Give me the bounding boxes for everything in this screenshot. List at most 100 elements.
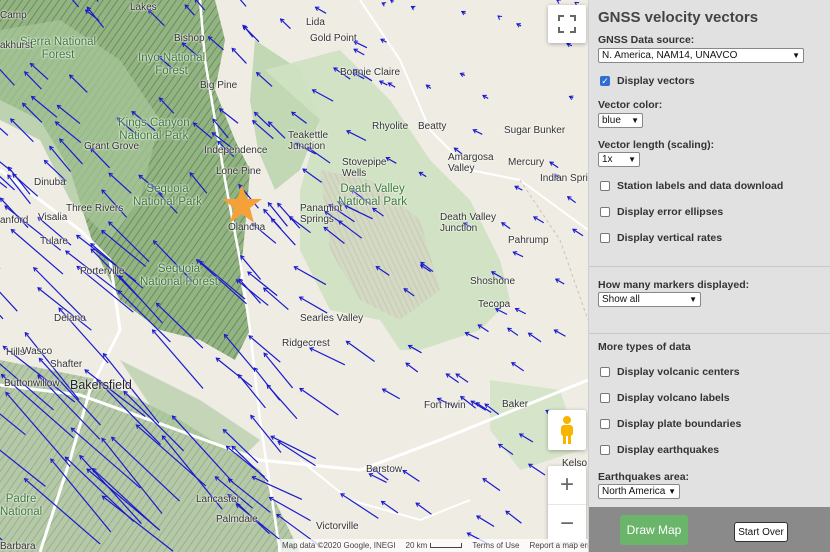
vector-color-select[interactable]: blue ▼ (598, 113, 643, 128)
vector-length-label: Vector length (scaling): (598, 139, 715, 151)
map-label: Wasco (22, 346, 53, 357)
velocity-vector (96, 0, 99, 3)
start-over-button[interactable]: Start Over (734, 522, 788, 542)
earthquakes-area-select[interactable]: North America ▼ (598, 484, 680, 499)
chevron-down-icon: ▼ (628, 155, 636, 164)
velocity-vector (528, 332, 542, 343)
map-label: Amargosa Valley (448, 152, 494, 174)
terms-of-use-link[interactable]: Terms of Use (472, 541, 519, 550)
velocity-vector (291, 111, 307, 124)
velocity-vector (159, 97, 175, 114)
map-label: Lancaster (196, 494, 240, 505)
velocity-vector (340, 493, 379, 519)
vector-length-select[interactable]: 1x ▼ (598, 152, 640, 167)
velocity-vector (215, 357, 253, 388)
velocity-vector (86, 468, 161, 531)
vertical-rates-checkbox[interactable]: Display vertical rates (600, 232, 722, 244)
map-label: Porterville (80, 266, 125, 277)
display-vectors-checkbox[interactable]: ✓ Display vectors (600, 75, 695, 87)
velocity-vector (498, 443, 514, 456)
vector-color-label: Vector color: (598, 99, 663, 111)
velocity-vector (156, 302, 204, 349)
volcano-labels-checkbox[interactable]: Display volcano labels (600, 392, 730, 404)
earthquakes-checkbox[interactable]: Display earthquakes (600, 444, 719, 456)
map-label: Barbara (0, 541, 36, 552)
velocity-vector (299, 387, 339, 416)
velocity-vector (10, 118, 34, 143)
velocity-vector (31, 95, 58, 118)
velocity-vector (309, 347, 346, 366)
station-labels-checkbox[interactable]: Station labels and data download (600, 180, 783, 192)
velocity-vector (108, 172, 132, 194)
map-label: Stovepipe Wells (342, 157, 387, 179)
map-label: Teakettle Junction (288, 130, 329, 152)
map-label: Victorville (316, 521, 359, 532)
divider (589, 266, 830, 267)
location-star-marker[interactable] (220, 183, 264, 227)
fullscreen-button[interactable] (548, 5, 586, 43)
velocity-vector (346, 340, 375, 362)
map-label: Camp (0, 10, 27, 21)
velocity-vector (208, 36, 224, 51)
more-types-heading: More types of data (598, 341, 691, 353)
markers-count-select[interactable]: Show all ▼ (598, 292, 701, 307)
velocity-vector (55, 121, 82, 144)
velocity-vector (239, 0, 247, 7)
street-view-pegman-button[interactable] (548, 410, 586, 450)
velocity-vector (455, 373, 469, 383)
velocity-vector (280, 18, 291, 30)
velocity-vector (0, 181, 8, 189)
map-label: Baker (502, 399, 529, 410)
velocity-vector (519, 433, 534, 443)
velocity-vector (476, 515, 495, 528)
velocity-vector (270, 435, 317, 460)
chevron-down-icon: ▼ (668, 487, 676, 496)
map-label: Grant Grove (84, 141, 140, 152)
map-label: Tulare (40, 236, 68, 247)
map-label: Gold Point (310, 33, 357, 44)
velocity-vector (0, 449, 46, 487)
velocity-vector (402, 469, 420, 482)
velocity-vector (243, 25, 254, 38)
volcanic-centers-checkbox[interactable]: Display volcanic centers (600, 366, 740, 378)
map-label: Barstow (366, 464, 403, 475)
velocity-vector (381, 500, 399, 514)
draw-map-button[interactable]: Draw Map (620, 515, 688, 545)
velocity-vector (56, 104, 81, 125)
velocity-vector (0, 291, 18, 312)
zoom-in-button[interactable]: + (548, 466, 586, 504)
map-label: Panamint Springs (300, 203, 343, 225)
divider (589, 333, 830, 334)
earthquakes-area-label: Earthquakes area: (598, 471, 690, 483)
velocity-vector (302, 168, 323, 183)
velocity-vector (152, 329, 204, 389)
map-label: Inyo National Forest (138, 52, 206, 77)
velocity-vector (30, 62, 49, 80)
map-view[interactable]: Camp Lakes Lida Sierra National Forest Bishop… (0, 0, 588, 552)
error-ellipses-checkbox[interactable]: Display error ellipses (600, 206, 723, 218)
map-label: Three Rivers (66, 203, 124, 214)
chevron-down-icon: ▼ (792, 51, 800, 60)
velocity-vector (50, 458, 112, 533)
velocity-vector (277, 202, 301, 229)
data-source-select[interactable]: N. America, NAM14, UNAVCO ▼ (598, 48, 804, 63)
map-label: Shoshone (470, 276, 516, 287)
plate-boundaries-checkbox[interactable]: Display plate boundaries (600, 418, 741, 430)
velocity-vector (111, 436, 180, 502)
velocity-vector (482, 478, 501, 492)
chevron-down-icon: ▼ (689, 295, 697, 304)
velocity-vector (248, 335, 281, 363)
velocity-vector (117, 290, 171, 343)
velocity-vector (405, 362, 419, 373)
map-label: Tecopa (478, 299, 511, 310)
velocity-vector (250, 414, 282, 453)
velocity-vector (368, 473, 387, 483)
map-label: Sequoia National Park (133, 183, 203, 208)
velocity-vector (375, 266, 390, 276)
map-label: akhurst (0, 40, 33, 51)
velocity-vector (5, 392, 71, 467)
report-map-error-link[interactable]: Report a map error (529, 541, 588, 550)
velocity-vector (195, 0, 206, 11)
zoom-out-button[interactable]: − (548, 504, 586, 543)
map-label: Mercury (508, 157, 545, 168)
